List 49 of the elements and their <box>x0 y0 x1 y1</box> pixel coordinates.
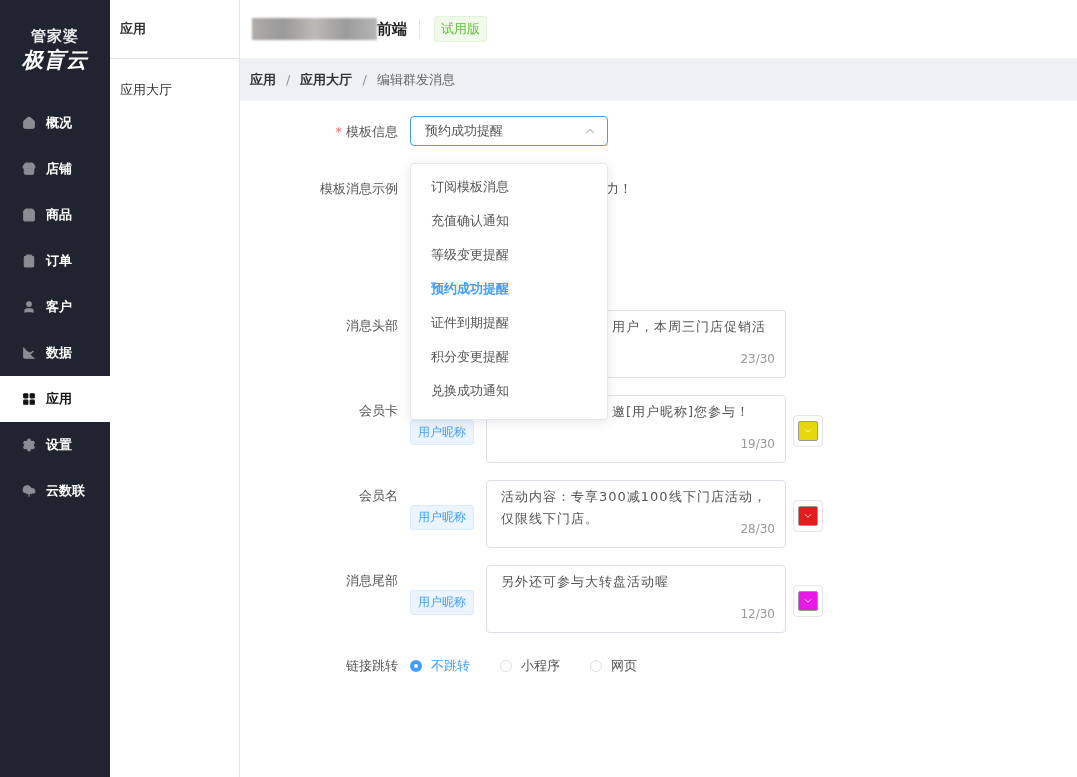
user-icon <box>22 300 36 314</box>
char-count: 23/30 <box>740 351 775 368</box>
home-icon <box>22 116 36 130</box>
subnav-item[interactable]: 应用大厅 <box>110 59 239 121</box>
trial-badge: 试用版 <box>434 16 487 42</box>
color-picker[interactable] <box>793 500 823 532</box>
nav-item[interactable]: 客户 <box>0 284 110 330</box>
field-label: 消息头部 <box>345 317 399 335</box>
field-label: 会员名 <box>358 487 399 505</box>
page-title: 前端 <box>377 19 420 39</box>
radio-option[interactable]: 网页 <box>590 657 637 675</box>
field-label: 模板信息 <box>346 123 398 141</box>
grid-icon <box>22 392 36 406</box>
char-count: 19/30 <box>740 436 775 453</box>
breadcrumb-separator: / <box>286 72 291 87</box>
subnav-title: 应用 <box>110 0 239 59</box>
breadcrumb-item[interactable]: 应用大厅 <box>300 70 353 89</box>
chevron-down-icon <box>803 426 813 436</box>
color-picker[interactable] <box>793 415 823 447</box>
color-picker[interactable] <box>793 585 823 617</box>
message-textarea[interactable]: 活动内容：专享300减100线下门店活动，仅限线下门店。 28/30 <box>486 480 786 548</box>
nav-item[interactable]: 订单 <box>0 238 110 284</box>
dropdown-option[interactable]: 等级变更提醒 <box>411 238 607 272</box>
field-label: 消息尾部 <box>345 572 399 590</box>
required-mark: * <box>335 123 342 141</box>
nav-item[interactable]: 商品 <box>0 192 110 238</box>
nav-item[interactable]: 数据 <box>0 330 110 376</box>
dropdown-option[interactable]: 订阅模板消息 <box>411 170 607 204</box>
chevron-down-icon <box>803 511 813 521</box>
breadcrumb-separator: / <box>362 72 367 87</box>
radio-option[interactable]: 小程序 <box>500 657 560 675</box>
chevron-down-icon <box>803 596 813 606</box>
nav-item[interactable]: 应用 <box>0 376 110 422</box>
nav-item[interactable]: 云数联 <box>0 468 110 514</box>
nav-item[interactable]: 店铺 <box>0 146 110 192</box>
nav-item[interactable]: 设置 <box>0 422 110 468</box>
message-textarea[interactable]: 另外还可参与大转盘活动喔 12/30 <box>486 565 786 633</box>
char-count: 28/30 <box>740 521 775 538</box>
field-label: 模板消息示例 <box>319 180 399 198</box>
logo-text: 极盲云 <box>22 46 88 74</box>
field-label: 链接跳转 <box>345 657 399 675</box>
char-count: 12/30 <box>740 606 775 623</box>
nav-item[interactable]: 概况 <box>0 100 110 146</box>
breadcrumb-item: 编辑群发消息 <box>376 70 455 89</box>
breadcrumb-item[interactable]: 应用 <box>250 70 276 89</box>
template-select[interactable]: 预约成功提醒 <box>410 116 608 146</box>
dropdown-option[interactable]: 充值确认通知 <box>411 204 607 238</box>
logo-text: 管家婆 <box>31 26 79 46</box>
field-label: 会员卡 <box>358 402 399 420</box>
